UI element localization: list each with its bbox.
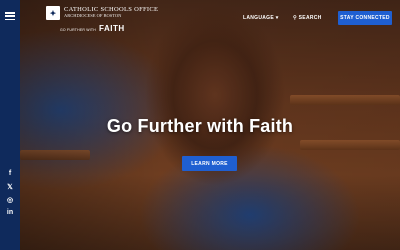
tagline-small: GO FURTHER WITH xyxy=(60,28,96,32)
tagline-faith: FAITH xyxy=(99,24,125,33)
facebook-icon[interactable]: f xyxy=(0,170,20,177)
search-label: SEARCH xyxy=(298,15,322,21)
learn-more-button[interactable]: LEARN MORE xyxy=(182,156,237,171)
stay-connected-button[interactable]: STAY CONNECTED xyxy=(338,11,392,25)
hero-title: Go Further with Faith xyxy=(106,116,294,136)
language-dropdown[interactable]: LANGUAGE ▾ xyxy=(243,15,279,21)
chevron-down-icon: ▾ xyxy=(275,15,279,21)
linkedin-icon[interactable]: in xyxy=(0,209,20,216)
search-button[interactable]: ⚲ SEARCH xyxy=(293,15,322,21)
language-label: LANGUAGE xyxy=(243,15,275,21)
x-icon[interactable]: 𝕏 xyxy=(0,183,20,191)
logo-emblem-icon: ✦ xyxy=(46,6,60,20)
search-icon: ⚲ xyxy=(293,15,297,21)
instagram-icon[interactable]: ◎ xyxy=(0,196,20,204)
logo-tagline: GO FURTHER WITH FAITH xyxy=(60,24,125,33)
logo-subtitle: ARCHDIOCESE OF BOSTON xyxy=(64,13,122,18)
logo-title: CATHOLIC SCHOOLS OFFICE xyxy=(64,6,159,13)
hamburger-icon[interactable] xyxy=(5,12,15,20)
site-logo[interactable]: ✦ CATHOLIC SCHOOLS OFFICE ARCHDIOCESE OF… xyxy=(46,6,158,20)
